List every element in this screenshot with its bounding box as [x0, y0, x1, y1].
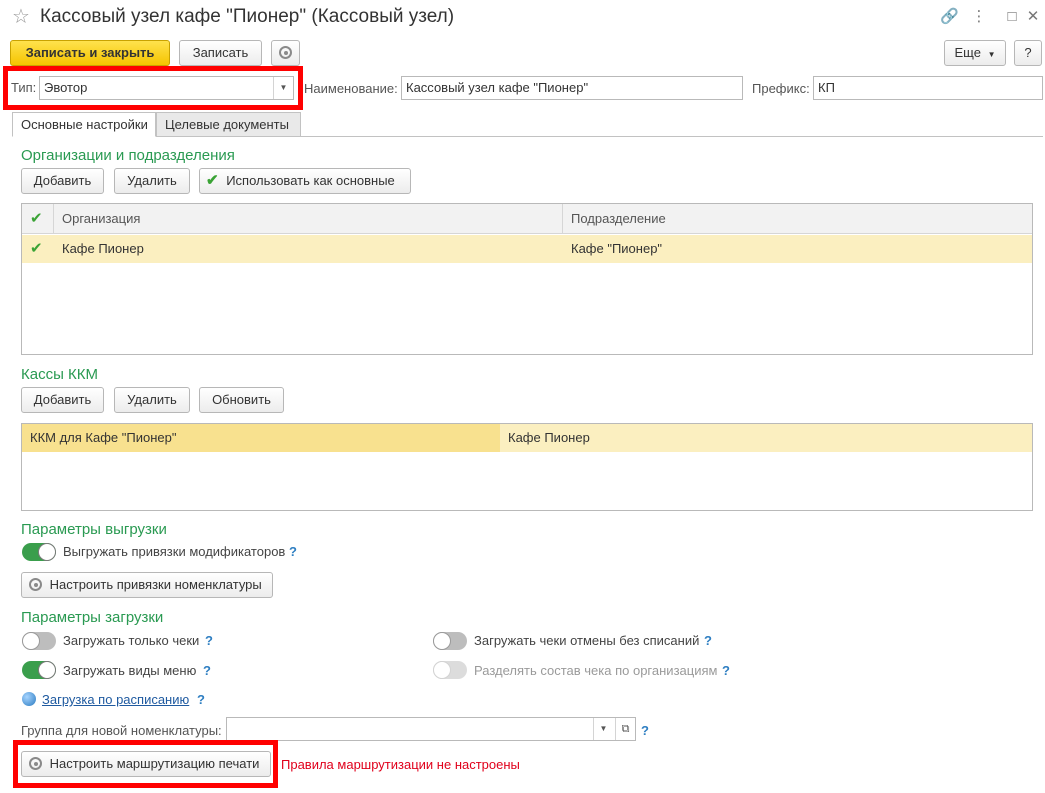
help-question-icon[interactable]: ? — [641, 723, 649, 739]
gear-icon — [29, 757, 42, 771]
help-question-icon[interactable]: ? — [704, 633, 712, 649]
kkm-section-title: Кассы ККМ — [21, 366, 98, 383]
group-label: Группа для новой номенклатуры: — [21, 723, 222, 738]
kkm-table[interactable]: ККМ для Кафе "Пионер" Кафе Пионер — [21, 423, 1033, 511]
help-question-icon[interactable]: ? — [722, 663, 730, 679]
type-label: Тип: — [11, 80, 37, 95]
org-column-header: Организация — [54, 204, 563, 234]
type-select[interactable]: Эвотор ▼ — [39, 76, 294, 100]
table-cell-kkm-org[interactable]: Кафе Пионер — [500, 424, 1032, 452]
save-and-close-button[interactable]: Записать и закрыть — [10, 40, 170, 66]
schedule-globe-icon — [22, 692, 36, 706]
cancel-checks-label: Загружать чеки отмены без списаний — [474, 633, 700, 648]
tab-main-settings[interactable]: Основные настройки — [12, 112, 156, 137]
chevron-down-icon: ▼ — [987, 50, 996, 59]
use-as-main-button[interactable]: ✔ Использовать как основные — [199, 168, 411, 194]
only-checks-toggle[interactable] — [22, 632, 56, 650]
name-label: Наименование: — [304, 81, 398, 96]
setup-nomenclature-bindings-label: Настроить привязки номенклатуры — [49, 577, 262, 592]
setup-print-routing-label: Настроить маршрутизацию печати — [49, 756, 260, 771]
import-section-title: Параметры загрузки — [21, 609, 164, 626]
help-question-icon[interactable]: ? — [289, 544, 297, 560]
export-modifiers-toggle[interactable] — [22, 543, 56, 561]
routing-error-text: Правила маршрутизации не настроены — [281, 757, 520, 772]
favorite-star-icon[interactable]: ☆ — [12, 6, 30, 28]
more-icon[interactable]: ⋮ — [970, 8, 988, 26]
dept-column-header: Подразделение — [563, 204, 1032, 234]
orgs-section-title: Организации и подразделения — [21, 147, 235, 164]
kkm-delete-button[interactable]: Удалить — [114, 387, 190, 413]
prefix-input[interactable]: КП — [813, 76, 1043, 100]
more-button-label: Еще — [954, 45, 981, 60]
check-icon: ✔ — [30, 240, 43, 257]
cancel-checks-toggle[interactable] — [433, 632, 467, 650]
close-icon[interactable]: ✕ — [1024, 8, 1042, 26]
link-icon[interactable]: 🔗 — [940, 8, 959, 26]
open-icon[interactable]: ⧉ — [615, 718, 635, 740]
help-question-icon[interactable]: ? — [197, 692, 205, 708]
dropdown-arrow-icon[interactable]: ▼ — [593, 718, 613, 740]
only-checks-label: Загружать только чеки — [63, 633, 200, 648]
window-title: Кассовый узел кафе "Пионер" (Кассовый уз… — [40, 6, 455, 27]
table-row-check[interactable]: ✔ — [22, 235, 54, 263]
gear-icon — [279, 46, 292, 60]
maximize-icon[interactable]: □ — [1003, 8, 1021, 26]
more-button[interactable]: Еще ▼ — [944, 40, 1006, 66]
table-cell-org[interactable]: Кафе Пионер — [54, 235, 563, 263]
settings-gear-button[interactable] — [271, 40, 300, 66]
help-question-icon[interactable]: ? — [203, 663, 211, 679]
orgs-table[interactable]: ✔ Организация Подразделение ✔ Кафе Пионе… — [21, 203, 1033, 355]
check-icon: ✔ — [206, 172, 219, 189]
prefix-label: Префикс: — [752, 81, 810, 96]
tab-target-documents[interactable]: Целевые документы — [156, 112, 301, 137]
help-button[interactable]: ? — [1014, 40, 1042, 66]
save-button[interactable]: Записать — [179, 40, 262, 66]
setup-nomenclature-bindings-button[interactable]: Настроить привязки номенклатуры — [21, 572, 273, 598]
split-by-org-toggle[interactable] — [433, 661, 467, 679]
split-by-org-label: Разделять состав чека по организациям — [474, 663, 718, 678]
name-input[interactable]: Кассовый узел кафе "Пионер" — [401, 76, 743, 100]
export-section-title: Параметры выгрузки — [21, 521, 167, 538]
gear-icon — [29, 578, 42, 592]
orgs-delete-button[interactable]: Удалить — [114, 168, 190, 194]
setup-print-routing-button[interactable]: Настроить маршрутизацию печати — [21, 751, 271, 777]
group-select[interactable]: ▼ ⧉ — [226, 717, 636, 741]
table-cell-kkm-name[interactable]: ККМ для Кафе "Пионер" — [22, 424, 500, 452]
schedule-link[interactable]: Загрузка по расписанию — [42, 692, 189, 708]
use-as-main-label: Использовать как основные — [226, 173, 395, 188]
table-cell-dept[interactable]: Кафе "Пионер" — [563, 235, 1032, 263]
kkm-add-button[interactable]: Добавить — [21, 387, 104, 413]
kkm-refresh-button[interactable]: Обновить — [199, 387, 284, 413]
dropdown-arrow-icon[interactable]: ▼ — [273, 77, 293, 99]
help-question-icon[interactable]: ? — [205, 633, 213, 649]
type-value: Эвотор — [44, 80, 88, 95]
menu-types-label: Загружать виды меню — [63, 663, 197, 678]
orgs-add-button[interactable]: Добавить — [21, 168, 104, 194]
export-modifiers-label: Выгружать привязки модификаторов — [63, 544, 286, 559]
menu-types-toggle[interactable] — [22, 661, 56, 679]
checkbox-column-header: ✔ — [22, 204, 54, 234]
check-icon: ✔ — [30, 210, 43, 227]
